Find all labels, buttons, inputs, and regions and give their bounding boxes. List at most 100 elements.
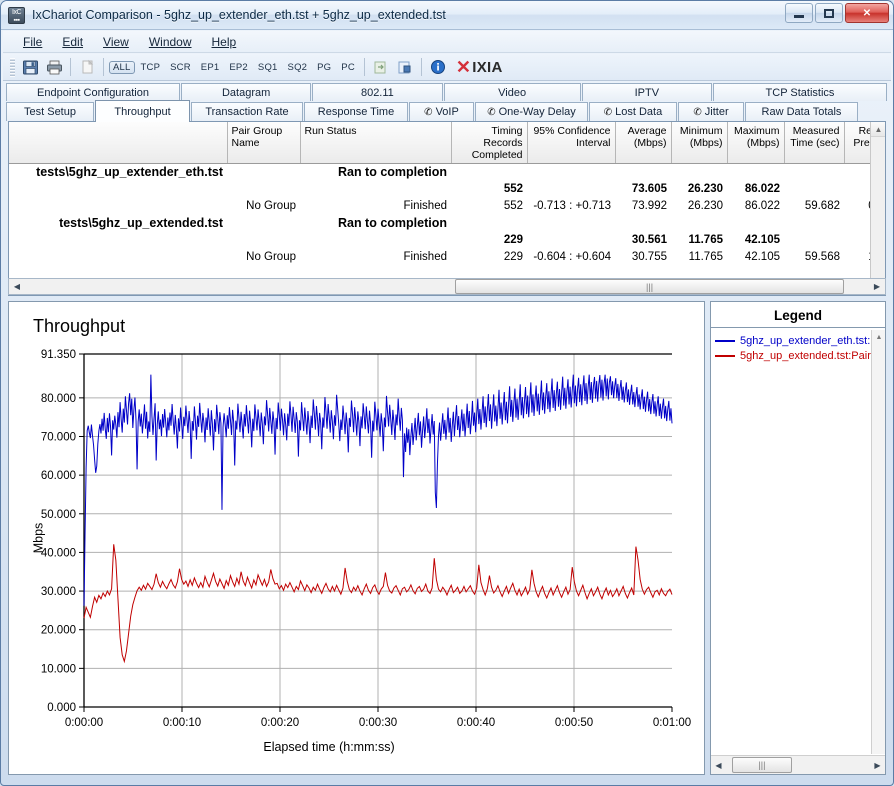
toolbar-grip[interactable] [10, 57, 15, 77]
table-row[interactable]: 229 30.561 11.765 42.105 [9, 232, 885, 249]
cell-measured-time [784, 181, 844, 198]
tab-jitter[interactable]: ✆ Jitter [678, 102, 744, 121]
legend-hscroll-left-icon[interactable]: ◀ [711, 757, 726, 774]
legend-title: Legend [711, 302, 885, 328]
col-header-confidence-interval[interactable]: 95% Confidence Interval [527, 122, 616, 164]
tab-tcp-statistics[interactable]: TCP Statistics [712, 83, 887, 101]
cell-confidence [527, 232, 615, 249]
close-button[interactable]: ✕ [845, 3, 889, 23]
list-item[interactable]: 5ghz_up_extended.tst:Pair [711, 348, 871, 363]
hscroll-track[interactable]: ||| [25, 279, 869, 294]
cell-pair-group: No Group [246, 200, 296, 212]
col-header-maximum[interactable]: Maximum (Mbps) [727, 122, 785, 164]
cell-test-name [9, 249, 227, 266]
export-report-icon[interactable] [394, 56, 416, 78]
maximize-button[interactable] [815, 3, 843, 23]
tab-voip[interactable]: ✆ VoIP [409, 102, 474, 121]
legend-hscroll-thumb[interactable]: ||| [731, 756, 793, 773]
table-vertical-scrollbar[interactable]: ▲ ▼ [870, 122, 885, 295]
table-row[interactable]: tests\5ghz_up_extended.tst Ran to comple… [9, 215, 885, 232]
svg-text:20.000: 20.000 [41, 625, 76, 637]
chart-plot-area[interactable]: 0.000 10.000 20.000 30.000 40.000 50.000 60.00… [9, 302, 704, 775]
filter-sq1[interactable]: SQ1 [254, 61, 282, 74]
filter-tcp[interactable]: TCP [137, 61, 165, 74]
scroll-up-icon[interactable]: ▲ [871, 122, 885, 137]
save-icon[interactable] [19, 56, 41, 78]
tab-802-11[interactable]: 802.11 [312, 83, 443, 101]
legend-scroll-up-icon[interactable]: ▲ [872, 330, 885, 344]
legend-vertical-scrollbar[interactable]: ▲ [871, 330, 885, 754]
filter-sq2[interactable]: SQ2 [284, 61, 312, 74]
filter-scr[interactable]: SCR [166, 61, 195, 74]
legend-hscroll-right-icon[interactable]: ▶ [870, 757, 885, 774]
table-row[interactable]: No Group Finished 229 -0.604 : +0.604 30… [9, 249, 885, 266]
menu-bar: File Edit View Window Help [3, 31, 891, 53]
menu-file[interactable]: File [13, 33, 52, 51]
col-header-test-name[interactable] [9, 122, 228, 164]
table-row[interactable]: tests\5ghz_up_extender_eth.tst Ran to co… [9, 164, 885, 182]
col-header-run-status[interactable]: Run Status [300, 122, 452, 164]
tab-video[interactable]: Video [443, 83, 581, 101]
tab-datagram[interactable]: Datagram [181, 83, 312, 101]
col-header-measured-time[interactable]: Measured Time (sec) [784, 122, 845, 164]
table-row[interactable]: 552 73.605 26.230 86.022 [9, 181, 885, 198]
cell-maximum: 86.022 [744, 200, 780, 212]
table-row[interactable]: No Group Finished 552 -0.713 : +0.713 73… [9, 198, 885, 215]
cell-run-status [300, 232, 451, 249]
list-item[interactable]: 5ghz_up_extender_eth.tst: [711, 333, 871, 348]
svg-text:0:00:00: 0:00:00 [65, 717, 103, 729]
cell-run-status [300, 181, 451, 198]
col-header-minimum[interactable]: Minimum (Mbps) [671, 122, 728, 164]
minimize-button[interactable] [785, 3, 813, 23]
tab-endpoint-configuration[interactable]: Endpoint Configuration [6, 83, 180, 101]
menu-window[interactable]: Window [139, 33, 202, 51]
cell-measured-time: 59.568 [804, 251, 840, 263]
tab-test-setup[interactable]: Test Setup [6, 102, 94, 121]
tab-one-way-delay[interactable]: ✆ One-Way Delay [475, 102, 588, 121]
svg-text:50.000: 50.000 [41, 509, 76, 521]
col-header-average[interactable]: Average (Mbps) [615, 122, 672, 164]
info-icon[interactable] [427, 56, 449, 78]
menu-view[interactable]: View [93, 33, 139, 51]
legend-horizontal-scrollbar[interactable]: ◀ ||| ▶ [711, 755, 885, 774]
filter-ep2[interactable]: EP2 [225, 61, 252, 74]
col-header-timing-records-completed[interactable]: Timing Records Completed [451, 122, 528, 164]
menu-help[interactable]: Help [202, 33, 247, 51]
tab-response-time[interactable]: Response Time [304, 102, 408, 121]
filter-all[interactable]: ALL [109, 60, 135, 74]
cell-timing-records: 229 [503, 234, 523, 246]
export-icon[interactable] [370, 56, 392, 78]
legend-list: 5ghz_up_extender_eth.tst: 5ghz_up_extend… [711, 330, 871, 754]
svg-text:0:00:40: 0:00:40 [457, 717, 495, 729]
cell-run-status: Ran to completion [337, 216, 447, 230]
tab-lost-data[interactable]: ✆ Lost Data [589, 102, 677, 121]
phone-icon: ✆ [603, 106, 613, 118]
svg-text:70.000: 70.000 [41, 432, 76, 444]
cell-average: 30.755 [631, 251, 667, 263]
tab-throughput[interactable]: Throughput [95, 100, 190, 122]
col-header-pair-group-name[interactable]: Pair Group Name [227, 122, 301, 164]
tab-raw-data-totals[interactable]: Raw Data Totals [745, 102, 858, 121]
table-horizontal-scrollbar[interactable]: ◀ ||| ▶ [8, 278, 886, 295]
tab-row-primary: Test Setup Throughput Transaction Rate R… [6, 100, 888, 122]
phone-icon: ✆ [487, 106, 496, 118]
cell-run-status: Finished [403, 251, 447, 263]
legend-color-swatch [715, 354, 735, 357]
print-icon[interactable] [43, 56, 65, 78]
tab-iptv[interactable]: IPTV [581, 83, 712, 101]
menu-edit[interactable]: Edit [52, 33, 93, 51]
copy-icon[interactable] [76, 56, 98, 78]
hscroll-thumb[interactable]: ||| [455, 279, 844, 294]
svg-text:80.000: 80.000 [41, 393, 76, 405]
results-table: Pair Group Name Run Status Timing Record… [9, 122, 885, 266]
filter-ep1[interactable]: EP1 [197, 61, 224, 74]
legend-hscroll-track[interactable]: ||| [726, 756, 870, 774]
cell-confidence: -0.713 : +0.713 [533, 200, 611, 212]
tab-transaction-rate[interactable]: Transaction Rate [191, 102, 303, 121]
filter-pc[interactable]: PC [337, 61, 359, 74]
cell-measured-time [784, 232, 844, 249]
filter-pg[interactable]: PG [313, 61, 335, 74]
hscroll-right-icon[interactable]: ▶ [869, 279, 885, 294]
hscroll-left-icon[interactable]: ◀ [9, 279, 25, 294]
cell-minimum: 26.230 [687, 200, 723, 212]
